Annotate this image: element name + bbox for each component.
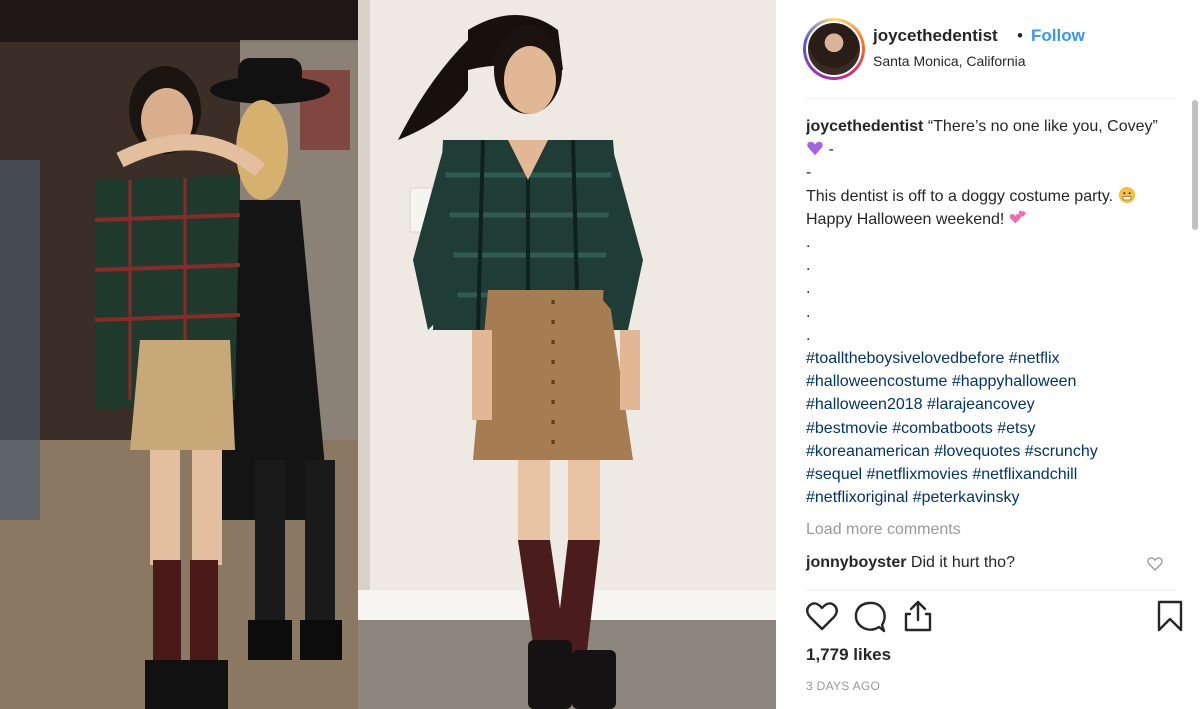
hashtag-line[interactable]: #toalltheboysivelovedbefore #netflix <box>806 347 1178 370</box>
caption-dot-5: . <box>806 326 811 344</box>
hashtag-line[interactable]: #halloween2018 #larajeancovey <box>806 393 1178 416</box>
post-header: joycethedentist • Follow Santa Monica, C… <box>776 0 1200 98</box>
action-bar <box>776 598 1200 642</box>
bookmark-icon[interactable] <box>1152 598 1188 634</box>
comment-item: jonnyboyster Did it hurt tho? <box>806 554 1178 572</box>
hashtag-line[interactable]: #netflixoriginal #peterkavinsky <box>806 486 1178 509</box>
caption-dot-2: . <box>806 257 811 275</box>
grimacing-face-emoji-icon <box>1118 186 1135 203</box>
caption-line-1: joycethedentist “There’s no one like you… <box>806 115 1178 161</box>
scrollbar-thumb[interactable] <box>1192 100 1198 230</box>
hashtag-line[interactable]: #koreanamerican #lovequotes #scrunchy <box>806 440 1178 463</box>
instagram-post: joycethedentist • Follow Santa Monica, C… <box>0 0 1200 709</box>
hashtag-line[interactable]: #halloweencostume #happyhalloween <box>806 370 1178 393</box>
hashtag-line[interactable]: #bestmovie #combatboots #etsy <box>806 417 1178 440</box>
costume-photo-illustration <box>358 0 776 709</box>
comment-username[interactable]: jonnyboyster <box>806 554 906 571</box>
story-ring[interactable] <box>803 18 865 80</box>
follow-button[interactable]: Follow <box>1031 26 1085 46</box>
avatar[interactable] <box>806 21 862 77</box>
comments-scrollbar[interactable] <box>1190 100 1198 600</box>
heart-icon[interactable] <box>804 598 840 634</box>
post-media[interactable] <box>0 0 776 709</box>
hashtag-list: #toalltheboysivelovedbefore #netflix #ha… <box>806 347 1178 509</box>
caption-section: joycethedentist “There’s no one like you… <box>806 115 1178 585</box>
comment-text: Did it hurt tho? <box>910 554 1015 571</box>
comment-like-heart-icon[interactable] <box>1146 555 1164 573</box>
purple-heart-emoji-icon <box>807 141 823 156</box>
caption-text-3: This dentist is off to a doggy costume p… <box>806 187 1114 205</box>
post-side-panel: joycethedentist • Follow Santa Monica, C… <box>776 0 1200 709</box>
likes-count[interactable]: 1,779 likes <box>806 645 891 665</box>
comment-bubble-icon[interactable] <box>852 598 888 634</box>
caption-line-2: - <box>806 164 812 182</box>
share-icon[interactable] <box>900 598 936 634</box>
caption-line-3: This dentist is off to a doggy costume p… <box>806 185 1178 231</box>
caption-username[interactable]: joycethedentist <box>806 118 923 135</box>
header-separator: • <box>1017 26 1023 45</box>
caption-text-3-suffix: Happy Halloween weekend! <box>806 210 1005 228</box>
header-username[interactable]: joycethedentist <box>873 26 998 46</box>
actions-divider <box>806 590 1176 591</box>
post-timestamp[interactable]: 3 DAYS AGO <box>806 679 880 693</box>
caption-dot-4: . <box>806 303 811 321</box>
movie-still-illustration <box>0 0 358 709</box>
location-link[interactable]: Santa Monica, California <box>873 53 1026 69</box>
caption-text-1-suffix: - <box>824 141 834 159</box>
two-hearts-emoji-icon <box>1009 210 1026 224</box>
photo-costume <box>358 0 776 709</box>
caption-dot-1: . <box>806 234 811 252</box>
caption-text-1: “There’s no one like you, Covey” <box>927 118 1158 135</box>
hashtag-line[interactable]: #sequel #netflixmovies #netflixandchill <box>806 463 1178 486</box>
load-more-comments-button[interactable]: Load more comments <box>806 521 961 539</box>
caption-dot-3: . <box>806 280 811 298</box>
photo-movie-still <box>0 0 358 709</box>
header-divider <box>806 98 1176 99</box>
